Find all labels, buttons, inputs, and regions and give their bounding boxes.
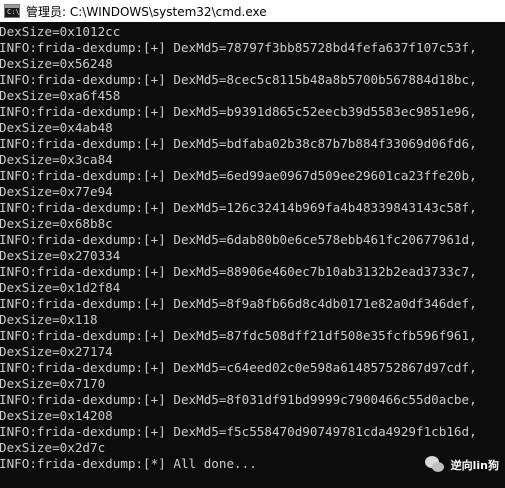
console-line: DexSize=0x68b8c (0, 216, 113, 231)
console-line: INFO:frida-dexdump:[+] DexMd5=6ed99ae096… (0, 168, 477, 183)
console-line: INFO:frida-dexdump:[+] DexMd5=b9391d865c… (0, 104, 477, 119)
console-line: INFO:frida-dexdump:[+] DexMd5=bdfaba02b3… (0, 136, 477, 151)
console-line: INFO:frida-dexdump:[+] DexMd5=88906e460e… (0, 264, 477, 279)
title-bar[interactable]: C:\ 管理员: C:\WINDOWS\system32\cmd.exe (0, 0, 505, 22)
console-line: DexSize=0xa6f458 (0, 88, 121, 103)
console-line: DexSize=0x1d2f84 (0, 280, 121, 295)
console-line: INFO:frida-dexdump:[+] DexMd5=78797f3bb8… (0, 40, 477, 55)
watermark-text: 逆向lin狗 (450, 459, 499, 472)
console-line: INFO:frida-dexdump:[+] DexMd5=6dab80b0e6… (0, 232, 477, 247)
console-line: INFO:frida-dexdump:[+] DexMd5=f5c558470d… (0, 424, 477, 439)
console-output[interactable]: DexSize=0x1012cc INFO:frida-dexdump:[+] D… (0, 24, 505, 488)
cmd-window: C:\ 管理员: C:\WINDOWS\system32\cmd.exe Dex… (0, 0, 505, 488)
console-line: DexSize=0x14208 (0, 408, 113, 423)
console-line: INFO:frida-dexdump:[+] DexMd5=126c32414b… (0, 200, 477, 215)
console-line: INFO:frida-dexdump:[+] DexMd5=c64eed02c0… (0, 360, 477, 375)
console-line: DexSize=0x4ab48 (0, 120, 113, 135)
console-line: DexSize=0x27174 (0, 344, 113, 359)
console-line: DexSize=0x56248 (0, 56, 113, 71)
console-line: INFO:frida-dexdump:[+] DexMd5=87fdc508df… (0, 328, 477, 343)
wechat-icon (424, 456, 445, 474)
console-line: DexSize=0x270334 (0, 248, 121, 263)
console-line: DexSize=0x77e94 (0, 184, 113, 199)
console-line: DexSize=0x2d7c (0, 440, 106, 455)
console-line: DexSize=0x3ca84 (0, 152, 113, 167)
watermark: 逆向lin狗 (424, 456, 499, 474)
console-line: INFO:frida-dexdump:[+] DexMd5=8f031df91b… (0, 392, 477, 407)
window-title: 管理员: C:\WINDOWS\system32\cmd.exe (26, 4, 267, 19)
console-line: INFO:frida-dexdump:[+] DexMd5=8cec5c8115… (0, 72, 477, 87)
console-line: INFO:frida-dexdump:[+] DexMd5=8f9a8fb66d… (0, 296, 477, 311)
cmd-icon-text: C:\ (7, 8, 20, 16)
console-line: DexSize=0x118 (0, 312, 98, 327)
console-line: DexSize=0x7170 (0, 376, 106, 391)
console-line: DexSize=0x1012cc (0, 24, 121, 39)
cmd-icon[interactable]: C:\ (4, 4, 20, 18)
